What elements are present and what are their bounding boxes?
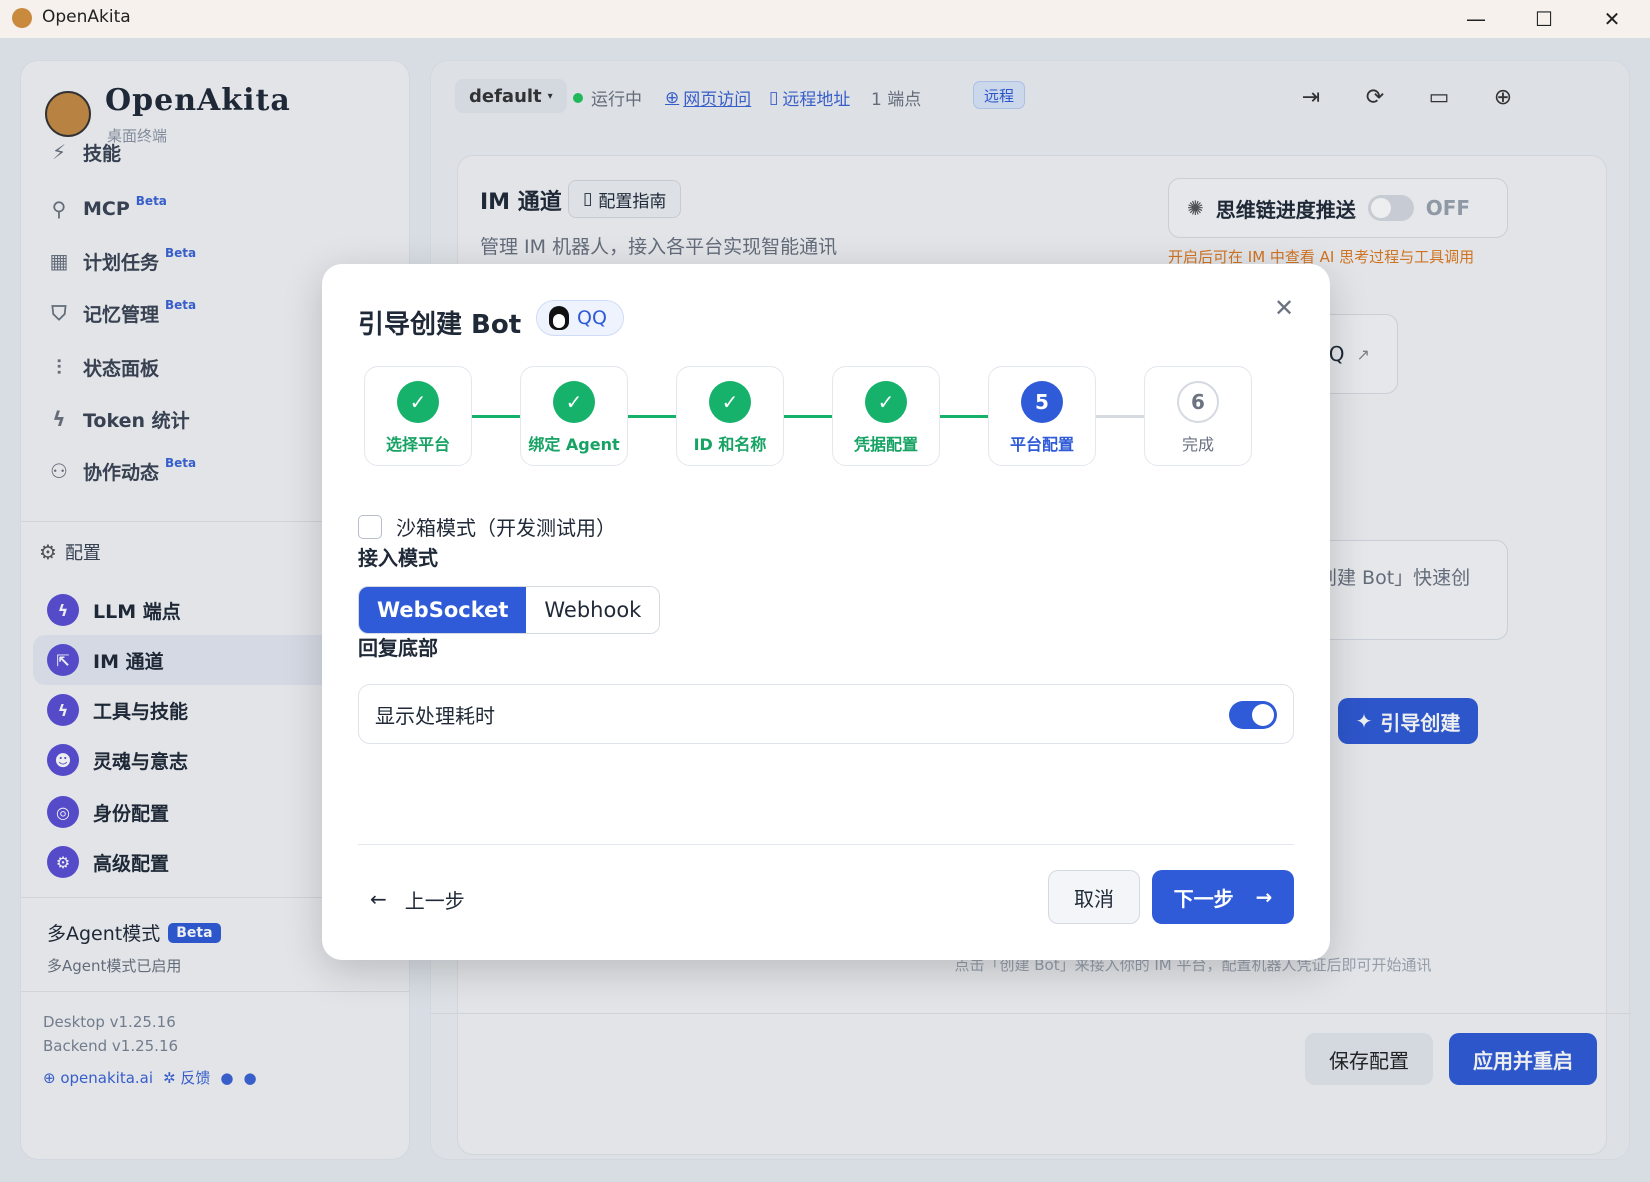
step-credentials: ✓ 凭据配置 — [832, 366, 940, 466]
create-bot-wizard-modal: 引导创建 Bot QQ ✕ ✓ 选择平台 ✓ 绑定 Agent ✓ ID 和名称… — [322, 264, 1330, 960]
step-connector — [628, 415, 676, 418]
check-icon: ✓ — [709, 381, 751, 423]
step-bind-agent: ✓ 绑定 Agent — [520, 366, 628, 466]
step-label: 选择平台 — [385, 435, 450, 454]
qq-penguin-icon — [549, 306, 569, 330]
platform-badge: QQ — [536, 300, 624, 336]
app-logo-icon — [12, 8, 32, 28]
step-label: 完成 — [1181, 435, 1214, 454]
previous-step-label: 上一步 — [404, 888, 465, 913]
maximize-button[interactable]: ☐ — [1510, 0, 1578, 38]
arrow-right-icon: → — [1255, 885, 1273, 909]
title-bar: OpenAkita — ☐ ✕ — [0, 0, 1650, 38]
check-icon: ✓ — [553, 381, 595, 423]
step-connector — [784, 415, 832, 418]
step-connector — [940, 415, 988, 418]
step-label: 绑定 Agent — [528, 435, 620, 454]
reply-footer-label: 回复底部 — [358, 636, 438, 660]
platform-label: QQ — [577, 307, 607, 329]
websocket-option[interactable]: WebSocket — [359, 587, 527, 633]
step-label: ID 和名称 — [693, 435, 767, 454]
next-step-button[interactable]: 下一步 → — [1152, 870, 1294, 924]
previous-step-button[interactable]: ← 上一步 — [370, 874, 465, 924]
cancel-button[interactable]: 取消 — [1048, 870, 1140, 924]
sandbox-checkbox[interactable] — [358, 514, 382, 539]
check-icon: ✓ — [397, 381, 439, 423]
close-window-button[interactable]: ✕ — [1578, 0, 1646, 38]
show-elapsed-row: 显示处理耗时 — [358, 684, 1294, 744]
show-elapsed-label: 显示处理耗时 — [375, 703, 495, 728]
step-platform-config: 5 平台配置 — [988, 366, 1096, 466]
step-id-name: ✓ ID 和名称 — [676, 366, 784, 466]
close-icon[interactable]: ✕ — [1268, 292, 1300, 324]
step-number: 6 — [1177, 381, 1219, 423]
step-number: 5 — [1021, 381, 1063, 423]
minimize-button[interactable]: — — [1442, 0, 1510, 38]
step-select-platform: ✓ 选择平台 — [364, 366, 472, 466]
step-connector — [472, 415, 520, 418]
modal-title: 引导创建 Bot — [358, 310, 522, 340]
sandbox-mode-option[interactable]: 沙箱模式（开发测试用） — [358, 512, 616, 541]
window-title: OpenAkita — [42, 7, 131, 27]
sandbox-label: 沙箱模式（开发测试用） — [396, 516, 616, 540]
step-done: 6 完成 — [1144, 366, 1252, 466]
arrow-left-icon: ← — [370, 887, 387, 911]
step-label: 凭据配置 — [853, 435, 918, 454]
access-mode-label: 接入模式 — [358, 546, 438, 570]
show-elapsed-toggle[interactable] — [1229, 701, 1277, 729]
next-step-label: 下一步 — [1173, 886, 1234, 911]
step-connector — [1096, 415, 1144, 418]
check-icon: ✓ — [865, 381, 907, 423]
access-mode-selector: WebSocket Webhook — [358, 586, 661, 634]
step-label: 平台配置 — [1009, 435, 1074, 454]
modal-footer-divider — [358, 844, 1294, 845]
webhook-option[interactable]: Webhook — [526, 587, 660, 633]
